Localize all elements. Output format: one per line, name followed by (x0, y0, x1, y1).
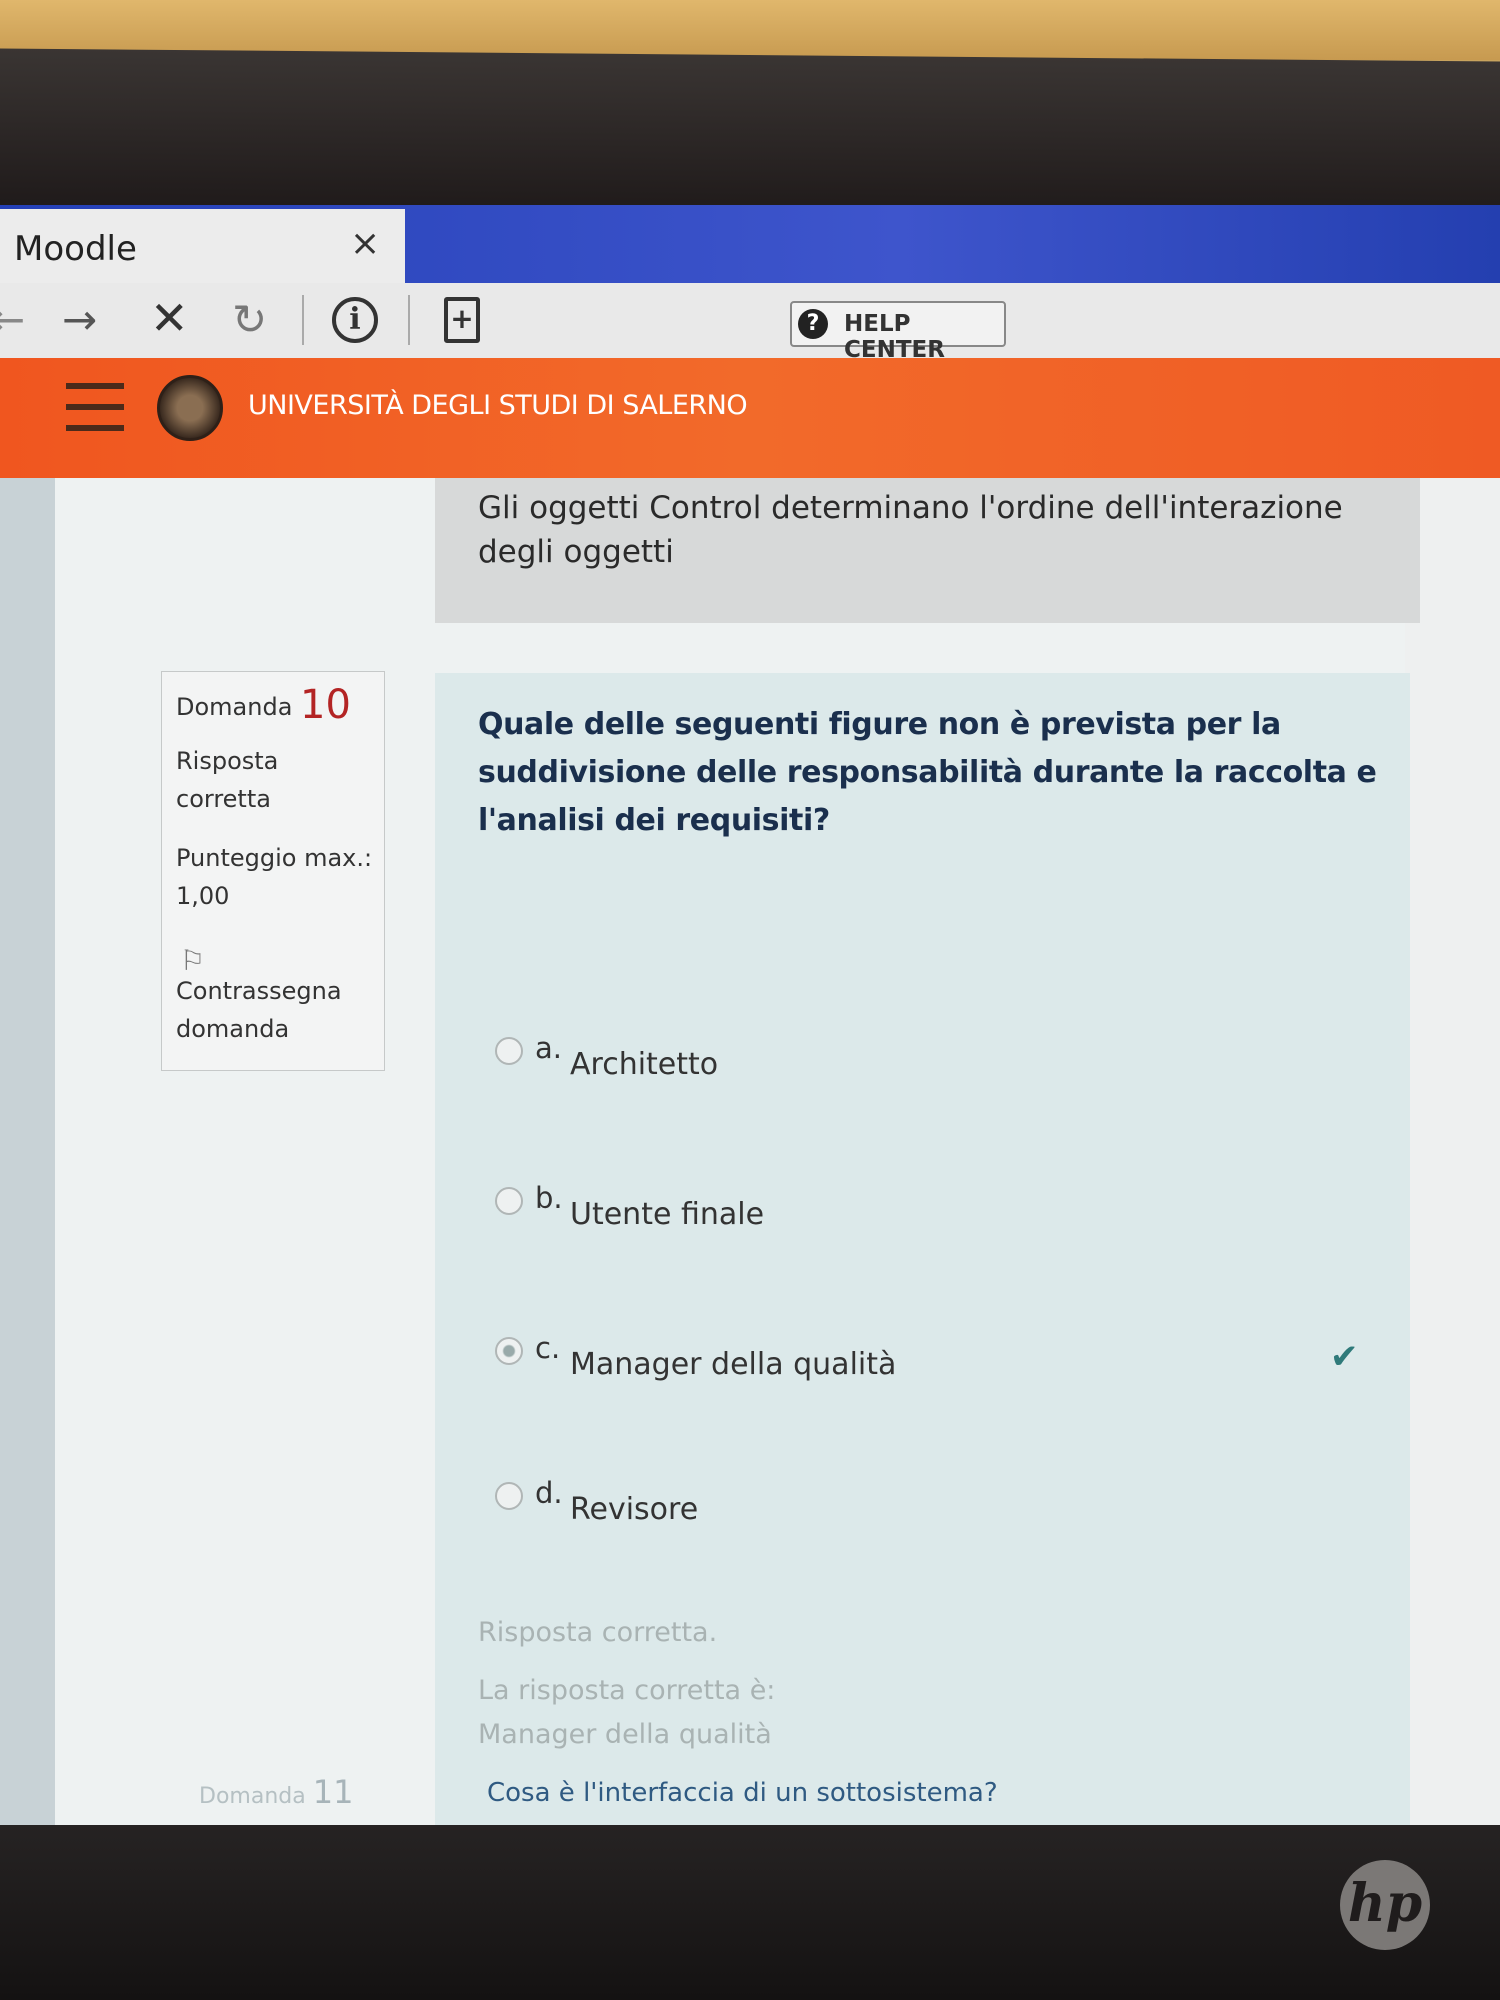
answer-option-a[interactable]: a. Architetto (495, 1031, 1295, 1093)
tab-moodle[interactable]: Moodle × (0, 209, 405, 283)
radio-option-a[interactable] (495, 1037, 523, 1065)
next-question-label-text: Domanda (199, 1784, 306, 1809)
option-letter: d. (535, 1476, 563, 1510)
question-points: Punteggio max.: 1,00 (176, 844, 373, 910)
site-header: UNIVERSITÀ DEGLI STUDI DI SALERNO (0, 358, 1500, 478)
option-text: Revisore (570, 1492, 699, 1527)
option-letter: a. (535, 1031, 562, 1065)
next-question-number: 11 (312, 1773, 354, 1811)
close-icon[interactable]: × (350, 223, 380, 264)
next-question-text: Cosa è l'interfaccia di un sottosistema? (487, 1778, 998, 1808)
new-document-icon[interactable]: + (444, 297, 480, 343)
radio-option-b[interactable] (495, 1187, 523, 1215)
question-label-text: Domanda (176, 693, 293, 721)
university-name: UNIVERSITÀ DEGLI STUDI DI SALERNO (248, 390, 748, 421)
forward-icon[interactable]: → (62, 295, 97, 344)
option-text: Architetto (570, 1047, 719, 1082)
option-letter: b. (535, 1181, 563, 1215)
tab-title: Moodle (14, 229, 137, 269)
option-letter: c. (535, 1331, 561, 1365)
question-box: Quale delle seguenti figure non è previs… (435, 673, 1410, 1828)
screen: Moodle × ← → ✕ ↻ i + ? HELP CENTER UNIVE… (0, 205, 1500, 1830)
question-status: Risposta corretta (176, 747, 279, 813)
flag-question-link[interactable]: Contrassegna domanda (176, 972, 376, 1048)
radio-option-d[interactable] (495, 1482, 523, 1510)
question-label: Domanda 10 (176, 685, 351, 726)
tab-bar: Moodle × (0, 205, 1500, 283)
monitor-bezel-top (0, 48, 1500, 222)
page-content: Gli oggetti Control determinano l'ordine… (0, 478, 1500, 1830)
university-logo[interactable] (157, 375, 223, 441)
monitor-bezel-bottom (0, 1825, 1500, 2000)
help-center-button[interactable]: ? HELP CENTER (790, 301, 1006, 363)
previous-question-feedback: Gli oggetti Control determinano l'ordine… (435, 478, 1420, 623)
radio-option-c[interactable] (495, 1337, 523, 1365)
correct-check-icon: ✔ (1330, 1337, 1359, 1377)
back-icon[interactable]: ← (0, 295, 25, 344)
browser-toolbar: ← → ✕ ↻ i + ? HELP CENTER (0, 283, 1500, 363)
option-text: Manager della qualità (570, 1347, 897, 1382)
toolbar-divider (302, 295, 304, 345)
previous-answer-text: Gli oggetti Control determinano l'ordine… (478, 490, 1343, 570)
stop-icon[interactable]: ✕ (150, 291, 189, 345)
feedback-correct-answer: La risposta corretta è: Manager della qu… (478, 1675, 776, 1750)
answer-option-c[interactable]: c. Manager della qualità (495, 1331, 1295, 1393)
left-rail (0, 478, 55, 1830)
feedback-status: Risposta corretta. (478, 1617, 718, 1648)
question-info-card: Domanda 10 Risposta corretta Punteggio m… (161, 671, 385, 1071)
help-center-label: HELP CENTER (844, 311, 945, 363)
main-column: Gli oggetti Control determinano l'ordine… (55, 478, 1420, 1830)
next-question-label: Domanda 11 (199, 1773, 353, 1811)
answer-option-b[interactable]: b. Utente finale (495, 1181, 1295, 1243)
info-icon[interactable]: i (332, 297, 378, 343)
help-icon: ? (798, 309, 828, 339)
option-text: Utente finale (570, 1197, 765, 1232)
question-text: Quale delle seguenti figure non è previs… (478, 707, 1377, 838)
toolbar-divider (408, 295, 410, 345)
answer-option-d[interactable]: d. Revisore (495, 1476, 1295, 1538)
question-number: 10 (300, 682, 351, 728)
hamburger-menu-icon[interactable] (66, 383, 124, 435)
hp-logo: hp (1340, 1860, 1430, 1950)
reload-icon[interactable]: ↻ (232, 295, 267, 344)
